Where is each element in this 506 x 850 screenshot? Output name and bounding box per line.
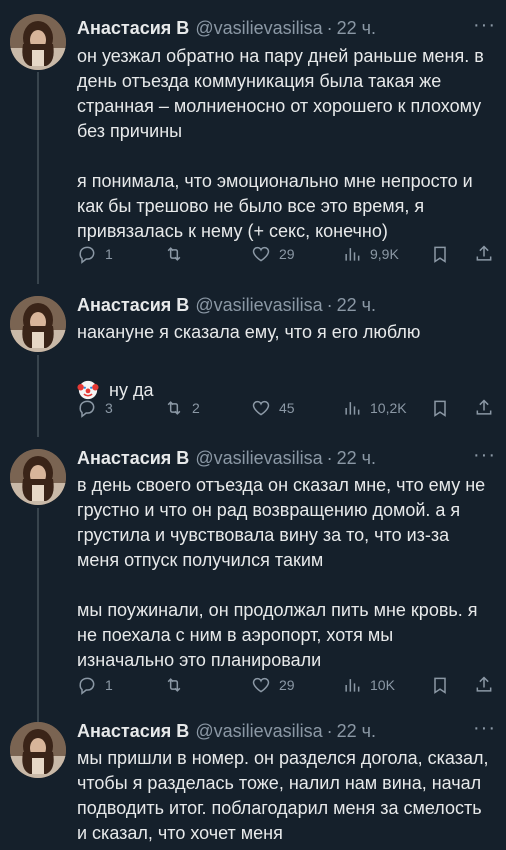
tweet-paragraph: накануне я сказала ему, что я его люблю bbox=[77, 322, 421, 342]
timestamp[interactable]: 22 ч. bbox=[337, 18, 376, 39]
retweet-button[interactable]: 2 bbox=[164, 398, 200, 418]
more-options-button[interactable]: ··· bbox=[473, 444, 496, 467]
retweet-button[interactable] bbox=[164, 675, 192, 695]
share-icon bbox=[476, 245, 492, 261]
avatar[interactable] bbox=[10, 296, 66, 352]
author-handle[interactable]: @vasilievasilisa bbox=[195, 448, 322, 469]
views-count: 10,2K bbox=[370, 400, 407, 416]
like-count: 45 bbox=[279, 400, 295, 416]
reply-button[interactable]: 3 bbox=[77, 398, 113, 418]
tweet-text: накануне я сказала ему, что я его люблю … bbox=[77, 320, 495, 403]
heart-icon bbox=[252, 677, 270, 693]
tweet-paragraph: в день своего отъезда он сказал мне, что… bbox=[77, 475, 486, 570]
tweet-actions: 3 2 45 10,2K bbox=[77, 398, 495, 422]
retweet-icon bbox=[167, 678, 181, 692]
author-handle[interactable]: @vasilievasilisa bbox=[195, 295, 322, 316]
reply-count: 1 bbox=[105, 677, 113, 693]
like-count: 29 bbox=[279, 677, 295, 693]
timestamp[interactable]: 22 ч. bbox=[337, 448, 376, 469]
share-button[interactable] bbox=[474, 675, 494, 695]
tweet-text: мы пришли в номер. он разделся догола, с… bbox=[77, 746, 495, 846]
avatar[interactable] bbox=[10, 722, 66, 778]
tweet-paragraph: ну да bbox=[109, 380, 154, 400]
author-name[interactable]: Анастасия В bbox=[77, 448, 189, 469]
reply-icon bbox=[79, 677, 95, 695]
author-handle[interactable]: @vasilievasilisa bbox=[195, 721, 322, 742]
bookmark-icon bbox=[434, 677, 446, 694]
separator: · bbox=[326, 294, 333, 315]
thread-line bbox=[37, 355, 39, 437]
reply-button[interactable]: 1 bbox=[77, 244, 113, 264]
retweet-icon bbox=[167, 401, 181, 415]
share-icon bbox=[476, 676, 492, 692]
views-count: 10K bbox=[370, 677, 395, 693]
heart-icon bbox=[252, 246, 270, 262]
views-button[interactable]: 10,2K bbox=[342, 398, 407, 418]
views-icon bbox=[345, 402, 360, 415]
tweet-header: Анастасия В @vasilievasilisa · 22 ч. bbox=[77, 447, 376, 469]
tweet-header: Анастасия В @vasilievasilisa · 22 ч. bbox=[77, 720, 376, 742]
retweet-button[interactable] bbox=[164, 244, 192, 264]
tweet-actions: 1 29 9,9K bbox=[77, 244, 495, 268]
reply-count: 3 bbox=[105, 400, 113, 416]
share-button[interactable] bbox=[474, 398, 494, 418]
tweet-paragraph: я понимала, что эмоционально мне непрост… bbox=[77, 171, 473, 241]
tweet-actions: 1 29 10K bbox=[77, 675, 495, 699]
like-button[interactable]: 45 bbox=[251, 398, 295, 418]
tweet-paragraph: мы поужинали, он продолжал пить мне кров… bbox=[77, 600, 478, 670]
avatar[interactable] bbox=[10, 14, 66, 70]
heart-icon bbox=[252, 400, 270, 416]
author-name[interactable]: Анастасия В bbox=[77, 18, 189, 39]
share-icon bbox=[476, 399, 492, 415]
author-handle[interactable]: @vasilievasilisa bbox=[195, 18, 322, 39]
timestamp[interactable]: 22 ч. bbox=[337, 721, 376, 742]
bookmark-button[interactable] bbox=[430, 244, 450, 264]
views-count: 9,9K bbox=[370, 246, 399, 262]
bookmark-icon bbox=[434, 400, 446, 417]
reply-icon bbox=[79, 400, 95, 418]
separator: · bbox=[326, 447, 333, 468]
views-icon bbox=[345, 248, 360, 261]
like-button[interactable]: 29 bbox=[251, 675, 295, 695]
retweet-icon bbox=[167, 247, 181, 261]
author-name[interactable]: Анастасия В bbox=[77, 295, 189, 316]
tweet-header: Анастасия В @vasilievasilisa · 22 ч. bbox=[77, 294, 376, 316]
tweet-paragraph: он уезжал обратно на пару дней раньше ме… bbox=[77, 46, 484, 141]
views-button[interactable]: 9,9K bbox=[342, 244, 399, 264]
like-count: 29 bbox=[279, 246, 295, 262]
tweet-paragraph: мы пришли в номер. он разделся догола, с… bbox=[77, 748, 489, 843]
timestamp[interactable]: 22 ч. bbox=[337, 295, 376, 316]
tweet-header: Анастасия В @vasilievasilisa · 22 ч. bbox=[77, 17, 376, 39]
thread-line bbox=[37, 72, 39, 284]
reply-button[interactable]: 1 bbox=[77, 675, 113, 695]
bookmark-button[interactable] bbox=[430, 398, 450, 418]
thread-line bbox=[37, 508, 39, 722]
more-options-button[interactable]: ··· bbox=[473, 717, 496, 740]
share-button[interactable] bbox=[474, 244, 494, 264]
tweet-text: в день своего отъезда он сказал мне, что… bbox=[77, 473, 495, 673]
author-name[interactable]: Анастасия В bbox=[77, 721, 189, 742]
reply-count: 1 bbox=[105, 246, 113, 262]
retweet-count: 2 bbox=[192, 400, 200, 416]
more-options-button[interactable]: ··· bbox=[473, 14, 496, 37]
tweet-text: он уезжал обратно на пару дней раньше ме… bbox=[77, 44, 495, 244]
reply-icon bbox=[79, 246, 95, 264]
bookmark-button[interactable] bbox=[430, 675, 450, 695]
avatar[interactable] bbox=[10, 449, 66, 505]
separator: · bbox=[326, 720, 333, 741]
like-button[interactable]: 29 bbox=[251, 244, 295, 264]
separator: · bbox=[326, 17, 333, 38]
bookmark-icon bbox=[434, 246, 446, 263]
views-button[interactable]: 10K bbox=[342, 675, 395, 695]
views-icon bbox=[345, 679, 360, 692]
